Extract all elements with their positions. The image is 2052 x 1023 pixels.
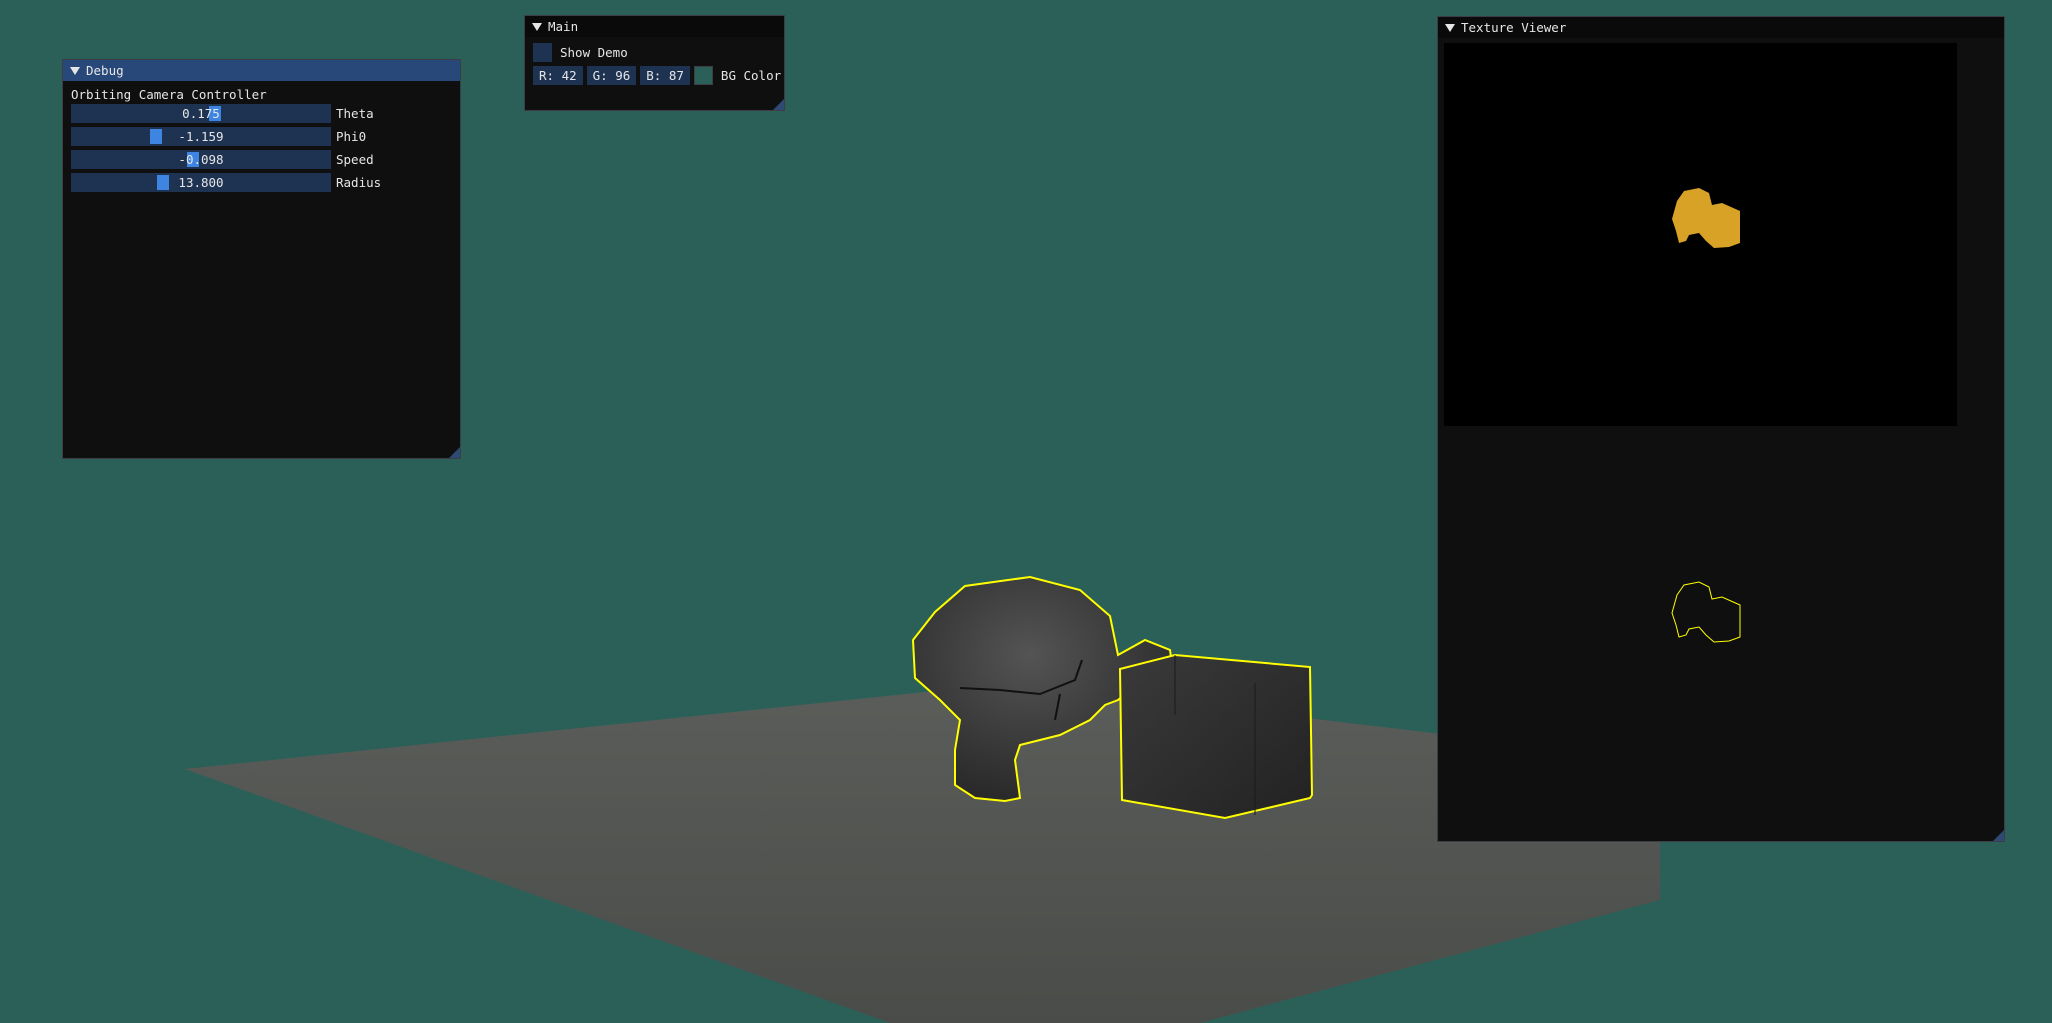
debug-titlebar[interactable]: Debug — [63, 60, 460, 81]
camera-controller-label: Orbiting Camera Controller — [71, 87, 267, 102]
phi0-value: -1.159 — [178, 129, 224, 144]
cube-mesh — [1118, 653, 1314, 820]
blue-channel-input[interactable]: B: 87 — [640, 66, 690, 85]
collapse-triangle-icon[interactable] — [70, 66, 80, 75]
radius-value: 13.800 — [178, 175, 224, 190]
green-channel-input[interactable]: G: 96 — [586, 66, 637, 85]
radius-label: Radius — [336, 175, 382, 190]
resize-grip[interactable] — [449, 447, 460, 458]
radius-slider[interactable]: 13.800 — [71, 173, 331, 192]
bg-color-editor: R: 42 G: 96 B: 87 BG Color — [533, 66, 781, 85]
speed-slider[interactable]: -0.098 — [71, 150, 331, 169]
debug-title: Debug — [86, 63, 124, 78]
slider-grab[interactable] — [157, 175, 169, 190]
outline-texture-image — [1671, 581, 1741, 643]
show-demo-label: Show Demo — [560, 45, 628, 60]
theta-row: 0.175 Theta — [71, 104, 374, 123]
collapse-triangle-icon[interactable] — [1445, 23, 1455, 32]
collapse-triangle-icon[interactable] — [532, 22, 542, 31]
texture-viewer-window[interactable]: Texture Viewer — [1437, 16, 2005, 842]
texture-viewer-titlebar[interactable]: Texture Viewer — [1438, 17, 2004, 38]
bg-color-swatch[interactable] — [693, 66, 713, 85]
main-title: Main — [548, 19, 579, 34]
main-titlebar[interactable]: Main — [525, 16, 784, 37]
debug-window[interactable]: Debug Orbiting Camera Controller 0.175 T… — [62, 59, 461, 459]
red-channel-input[interactable]: R: 42 — [533, 66, 583, 85]
bg-color-label: BG Color — [720, 68, 782, 83]
theta-slider[interactable]: 0.175 — [71, 104, 331, 123]
show-demo-checkbox[interactable] — [533, 43, 552, 62]
radius-row: 13.800 Radius — [71, 173, 381, 192]
resize-grip[interactable] — [1993, 830, 2004, 841]
speed-label: Speed — [336, 152, 374, 167]
theta-value: 0.175 — [182, 106, 220, 121]
phi0-label: Phi0 — [336, 129, 367, 144]
phi0-slider[interactable]: -1.159 — [71, 127, 331, 146]
main-window[interactable]: Main Show Demo R: 42 G: 96 B: 87 BG Colo… — [524, 15, 785, 111]
show-demo-row: Show Demo — [533, 43, 628, 62]
speed-value: -0.098 — [178, 152, 224, 167]
slider-grab[interactable] — [150, 129, 162, 144]
speed-row: -0.098 Speed — [71, 150, 374, 169]
resize-grip[interactable] — [773, 99, 784, 110]
theta-label: Theta — [336, 106, 374, 121]
phi0-row: -1.159 Phi0 — [71, 127, 366, 146]
mask-texture-image — [1444, 43, 1957, 426]
texture-viewer-title: Texture Viewer — [1461, 20, 1567, 35]
